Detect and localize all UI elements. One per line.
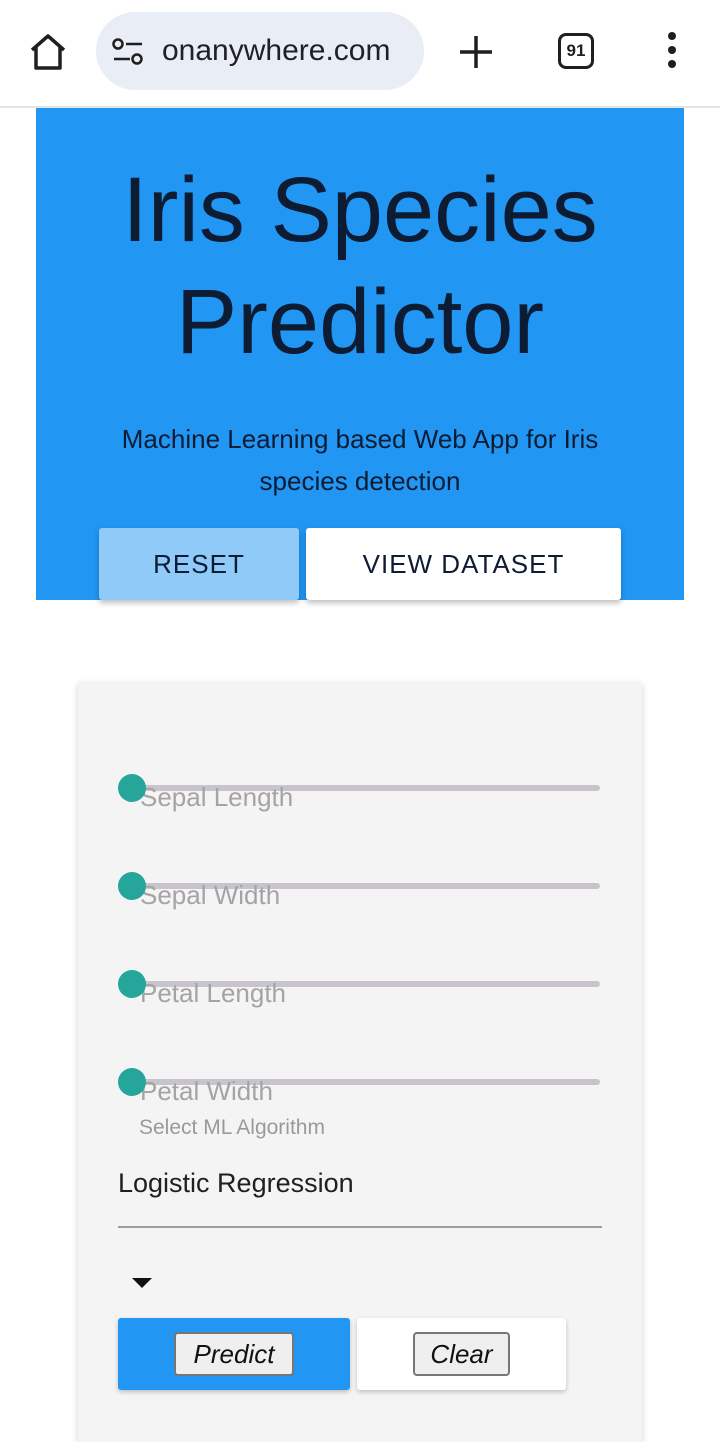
petal-width-slider[interactable]: Petal Width (118, 1066, 602, 1106)
site-settings-icon[interactable] (112, 38, 144, 66)
slider-label: Petal Length (140, 978, 287, 1008)
clear-button[interactable]: Clear (413, 1332, 510, 1376)
predict-button-container[interactable]: Predict (118, 1318, 350, 1390)
algorithm-select[interactable]: Logistic Regression (118, 1150, 602, 1228)
caret-down-icon[interactable] (132, 1278, 152, 1288)
slider-thumb[interactable] (118, 970, 146, 998)
algorithm-select-label: Select ML Algorithm (139, 1116, 325, 1139)
slider-thumb[interactable] (118, 774, 146, 802)
clear-button-container[interactable]: Clear (357, 1318, 566, 1390)
slider-label: Petal Width (140, 1076, 273, 1106)
tab-switcher-button[interactable]: 91 (558, 33, 594, 69)
petal-length-slider[interactable]: Petal Length (118, 968, 602, 1008)
slider-label: Sepal Width (140, 880, 281, 910)
hero-section: Iris Species Predictor Machine Learning … (36, 108, 684, 600)
home-icon[interactable] (26, 30, 70, 74)
new-tab-icon[interactable] (456, 32, 496, 72)
view-dataset-button[interactable]: VIEW DATASET (306, 528, 621, 600)
reset-button[interactable]: RESET (99, 528, 299, 600)
sepal-length-slider[interactable]: Sepal Length (118, 772, 602, 812)
page-title: Iris Species Predictor (122, 159, 598, 373)
prediction-form: Sepal Length Sepal Width Petal Length Pe… (78, 682, 642, 1442)
slider-label: Sepal Length (140, 782, 294, 812)
browser-toolbar: onanywhere.com 91 (0, 0, 720, 108)
slider-thumb[interactable] (118, 872, 146, 900)
sepal-width-slider[interactable]: Sepal Width (118, 870, 602, 910)
address-bar[interactable]: onanywhere.com (96, 12, 424, 90)
url-text[interactable]: onanywhere.com (162, 34, 412, 68)
predict-button[interactable]: Predict (174, 1332, 294, 1376)
slider-thumb[interactable] (118, 1068, 146, 1096)
page-subtitle: Machine Learning based Web App for Iris … (121, 424, 599, 496)
more-menu-icon[interactable] (660, 32, 684, 72)
